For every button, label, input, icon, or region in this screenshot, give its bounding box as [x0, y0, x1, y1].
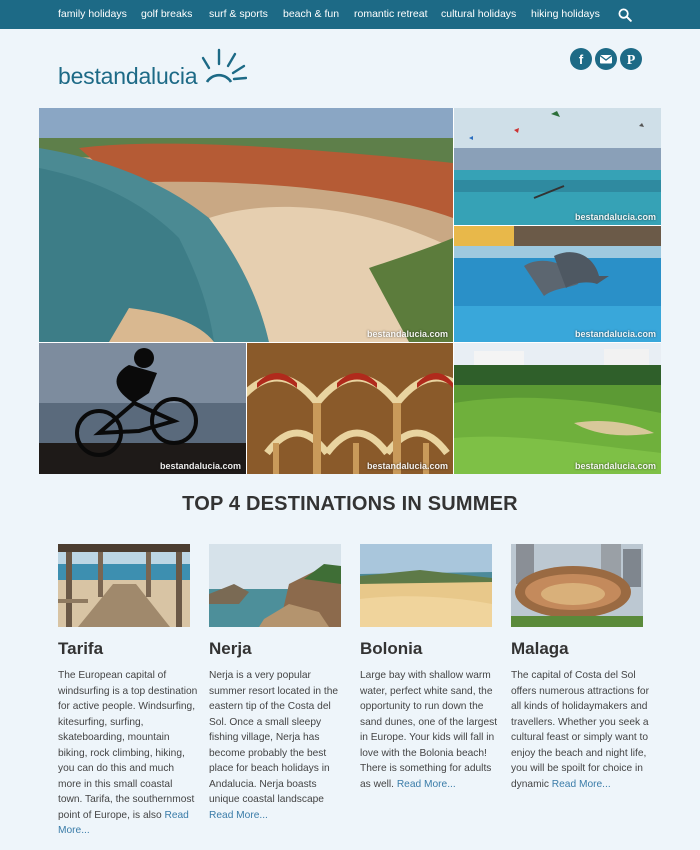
search-icon[interactable] [618, 8, 632, 22]
card-description: Nerja is a very popular summer resort lo… [209, 668, 349, 823]
card-description: The capital of Costa del Sol offers nume… [511, 668, 651, 792]
site-logo[interactable]: bestandalucia [58, 44, 258, 90]
cyclist-photo[interactable]: bestandalucia.com [39, 343, 246, 474]
watermark: bestandalucia.com [574, 212, 656, 222]
card-title[interactable]: Nerja [209, 639, 252, 659]
card-description-text: The capital of Costa del Sol offers nume… [511, 670, 649, 790]
read-more-link[interactable]: Read More... [209, 810, 268, 821]
card-title[interactable]: Malaga [511, 639, 569, 659]
top-nav: family holidays golf breaks surf & sport… [0, 0, 700, 29]
card-title[interactable]: Bolonia [360, 639, 422, 659]
nav-romantic-retreat[interactable]: romantic retreat [354, 8, 428, 20]
dolphins-photo[interactable]: bestandalucia.com [454, 226, 661, 342]
watermark: bestandalucia.com [366, 461, 448, 471]
watermark: bestandalucia.com [574, 461, 656, 471]
mezquita-photo[interactable]: bestandalucia.com [247, 343, 453, 474]
golf-photo[interactable]: bestandalucia.com [454, 343, 661, 474]
nav-cultural-holidays[interactable]: cultural holidays [441, 8, 516, 20]
card-description: The European capital of windsurfing is a… [58, 668, 198, 839]
card-description: Large bay with shallow warm water, perfe… [360, 668, 500, 792]
tarifa-thumbnail[interactable] [58, 544, 190, 627]
read-more-link[interactable]: Read More... [397, 779, 456, 790]
nav-surf-sports[interactable]: surf & sports [209, 8, 268, 20]
nav-beach-fun[interactable]: beach & fun [283, 8, 339, 20]
card-description-text: The European capital of windsurfing is a… [58, 670, 198, 821]
svg-text:P: P [627, 53, 636, 68]
watermark: bestandalucia.com [366, 329, 448, 339]
sun-icon [201, 48, 247, 83]
nerja-thumbnail[interactable] [209, 544, 341, 627]
kitesurf-photo[interactable]: bestandalucia.com [454, 108, 661, 225]
bolonia-thumbnail[interactable] [360, 544, 492, 627]
hero-collage: bestandalucia.com bestandalucia.com best… [39, 108, 661, 474]
card-description-text: Nerja is a very popular summer resort lo… [209, 670, 339, 805]
card-description-text: Large bay with shallow warm water, perfe… [360, 670, 498, 790]
watermark: bestandalucia.com [574, 329, 656, 339]
nav-hiking-holidays[interactable]: hiking holidays [531, 8, 600, 20]
watermark: bestandalucia.com [159, 461, 241, 471]
pinterest-icon[interactable]: P [620, 48, 642, 70]
logo-text: bestandalucia [58, 63, 198, 89]
nav-golf-breaks[interactable]: golf breaks [141, 8, 192, 20]
email-icon[interactable] [595, 48, 617, 70]
nav-family-holidays[interactable]: family holidays [58, 8, 127, 20]
facebook-icon[interactable]: f [570, 48, 592, 70]
card-title[interactable]: Tarifa [58, 639, 103, 659]
read-more-link[interactable]: Read More... [552, 779, 611, 790]
beach-photo[interactable]: bestandalucia.com [39, 108, 453, 342]
malaga-thumbnail[interactable] [511, 544, 643, 627]
svg-text:f: f [579, 52, 584, 67]
section-title: TOP 4 DESTINATIONS IN SUMMER [182, 493, 518, 515]
